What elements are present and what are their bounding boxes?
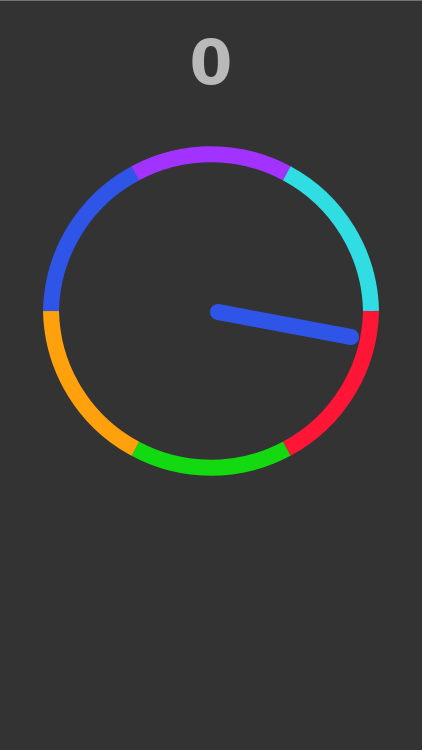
pointer-needle [210, 304, 359, 345]
game-canvas[interactable] [0, 0, 422, 750]
cyan-segment [282, 166, 379, 312]
blue-segment [43, 166, 140, 312]
purple-segment [131, 146, 291, 181]
game-area[interactable] [0, 0, 422, 750]
orange-segment [43, 310, 140, 456]
green-segment [131, 441, 291, 476]
